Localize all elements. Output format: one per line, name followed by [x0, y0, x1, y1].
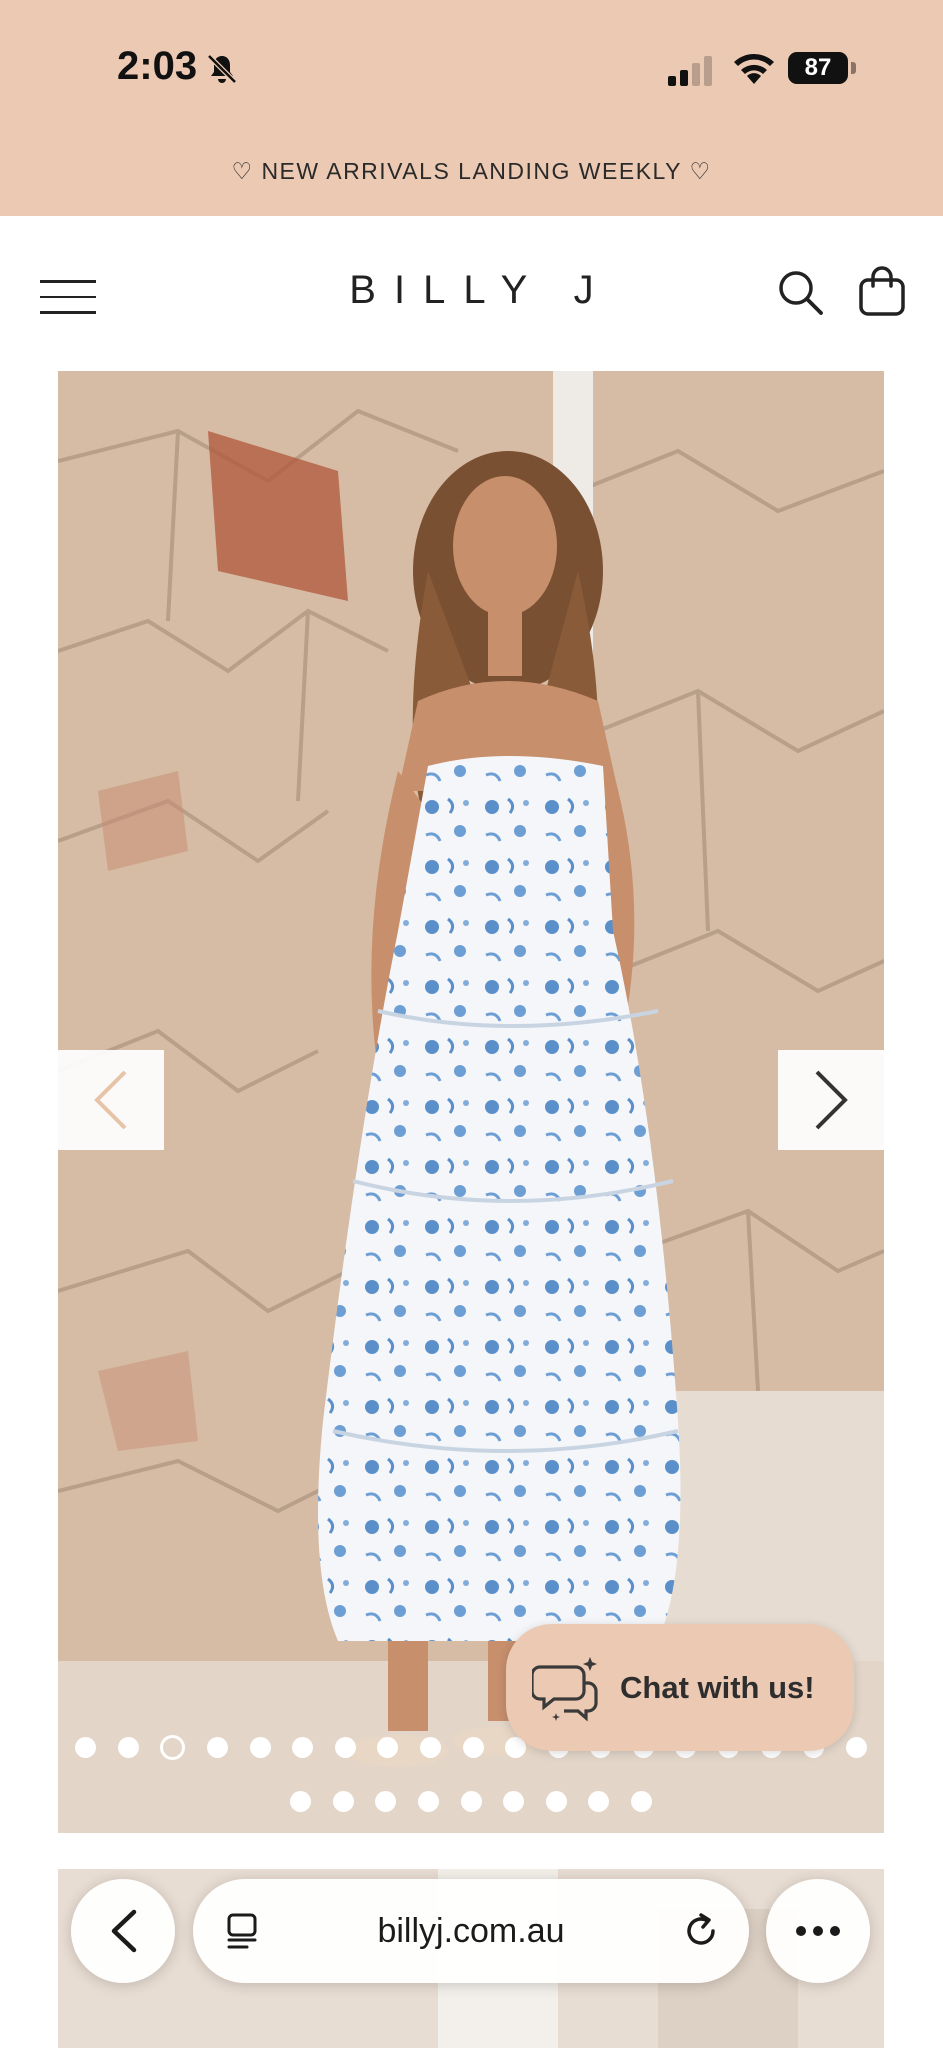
gallery-dot[interactable]: [290, 1791, 312, 1812]
address-bar[interactable]: billyj.com.au: [193, 1879, 749, 1983]
gallery-prev-button[interactable]: [58, 1050, 164, 1150]
gallery-dot[interactable]: [460, 1791, 482, 1812]
gallery-pagination-row-2: [58, 1791, 884, 1812]
browser-back-button[interactable]: [71, 1879, 175, 1983]
signal-icon: [668, 56, 712, 86]
gallery-next-button[interactable]: [778, 1050, 884, 1150]
back-icon: [111, 1909, 137, 1953]
bell-off-icon: [207, 54, 237, 84]
announcement-banner[interactable]: ♡ NEW ARRIVALS LANDING WEEKLY ♡: [0, 158, 943, 185]
gallery-dot[interactable]: [845, 1737, 867, 1758]
gallery-dot[interactable]: [75, 1737, 97, 1758]
battery-icon: 87: [788, 52, 856, 84]
chat-bubbles-icon: [532, 1656, 598, 1722]
gallery-dot[interactable]: [545, 1791, 567, 1812]
chat-button[interactable]: Chat with us!: [506, 1624, 854, 1751]
gallery-dot[interactable]: [375, 1791, 397, 1812]
gallery-dot[interactable]: [249, 1737, 271, 1758]
status-time: 2:03: [117, 44, 198, 88]
gallery-dot[interactable]: [417, 1791, 439, 1812]
browser-toolbar: billyj.com.au: [0, 1855, 943, 2048]
product-image[interactable]: [58, 371, 884, 1833]
reload-icon[interactable]: [679, 1909, 723, 1953]
gallery-dot[interactable]: [334, 1737, 356, 1758]
gallery-dot[interactable]: [377, 1737, 399, 1758]
gallery-dot[interactable]: [206, 1737, 228, 1758]
chevron-right-icon: [815, 1070, 848, 1130]
chat-label: Chat with us!: [620, 1669, 815, 1705]
more-icon: [796, 1926, 840, 1936]
gallery-dot[interactable]: [503, 1791, 525, 1812]
gallery-dot[interactable]: [117, 1737, 139, 1758]
bag-icon[interactable]: [856, 266, 908, 318]
wifi-icon: [734, 54, 774, 84]
gallery-dot[interactable]: [630, 1791, 652, 1812]
top-band: 2:03 87 ♡ NEW ARRIVALS LANDING WEEKLY ♡: [0, 0, 943, 216]
gallery-dot[interactable]: [462, 1737, 484, 1758]
gallery-dot[interactable]: [588, 1791, 610, 1812]
gallery-dot[interactable]: [292, 1737, 314, 1758]
chevron-left-icon: [94, 1070, 127, 1130]
gallery-dot-active[interactable]: [160, 1735, 186, 1760]
url-text: billyj.com.au: [377, 1912, 565, 1950]
battery-level: 87: [788, 52, 848, 84]
gallery-dot[interactable]: [419, 1737, 441, 1758]
gallery-dot[interactable]: [332, 1791, 354, 1812]
browser-more-button[interactable]: [766, 1879, 870, 1983]
search-icon[interactable]: [776, 268, 824, 316]
